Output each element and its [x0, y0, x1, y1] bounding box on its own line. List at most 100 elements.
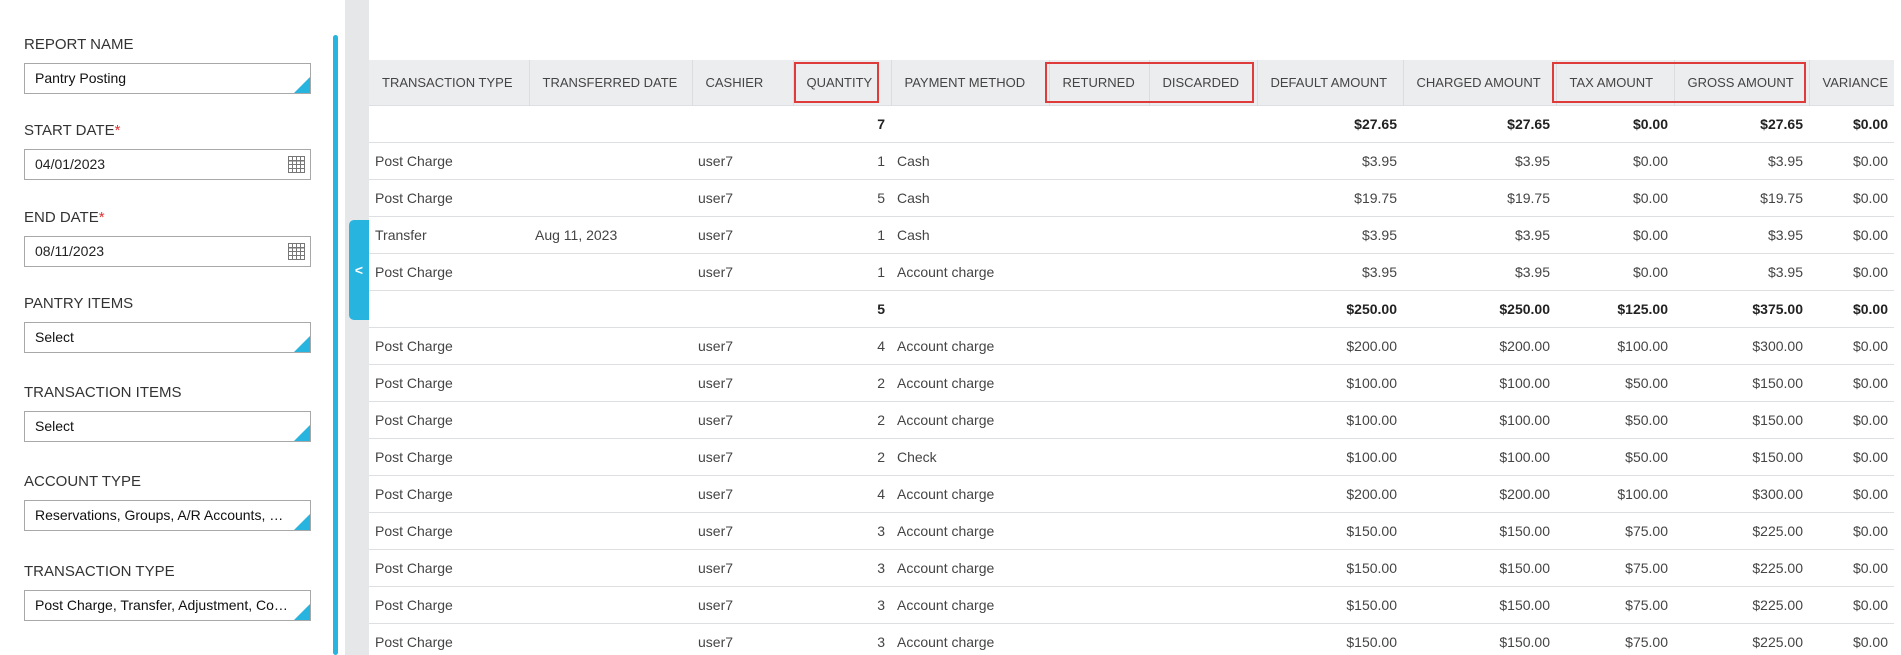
column-header-default-amount[interactable]: DEFAULT AMOUNT	[1256, 60, 1403, 105]
table-cell: $19.75	[1403, 178, 1556, 216]
table-cell: $0.00	[1809, 548, 1894, 586]
transaction-type-dropdown[interactable]: Post Charge, Transfer, Adjustment, Corre…	[24, 590, 311, 621]
table-cell: $300.00	[1674, 474, 1809, 512]
collapse-sidebar-button[interactable]: <	[349, 220, 369, 320]
table-cell: Account charge	[891, 400, 1049, 438]
table-cell: $0.00	[1556, 252, 1674, 290]
pantry-items-dropdown[interactable]: Select	[24, 322, 311, 353]
table-cell: Post Charge	[369, 622, 529, 655]
transaction-type-field: TRANSACTION TYPE Post Charge, Transfer, …	[24, 563, 311, 621]
dropdown-corner-icon	[294, 425, 310, 441]
table-cell	[1049, 585, 1149, 623]
table-cell: Account charge	[891, 622, 1049, 655]
report-name-dropdown[interactable]: Pantry Posting	[24, 63, 311, 94]
table-cell	[891, 104, 1049, 142]
table-cell: user7	[692, 326, 793, 364]
table-cell: $0.00	[1809, 141, 1894, 179]
table-cell	[1149, 400, 1257, 438]
account-type-dropdown[interactable]: Reservations, Groups, A/R Accounts, Hou.…	[24, 500, 311, 531]
column-header-tax-amount[interactable]: TAX AMOUNT	[1555, 60, 1674, 105]
table-cell	[369, 289, 529, 327]
table-cell: $100.00	[1556, 326, 1674, 364]
start-date-field: START DATE* 04/01/2023	[24, 122, 311, 180]
column-header-payment-method[interactable]: PAYMENT METHOD	[890, 60, 1049, 105]
table-cell	[529, 548, 692, 586]
table-cell: 2	[793, 363, 891, 401]
table-cell: 7	[793, 104, 891, 142]
start-date-value: 04/01/2023	[35, 156, 106, 172]
table-cell: $0.00	[1809, 474, 1894, 512]
table-cell	[1049, 326, 1149, 364]
table-cell: $0.00	[1809, 326, 1894, 364]
table-cell: $3.95	[1403, 141, 1556, 179]
column-header-gross-amount[interactable]: GROSS AMOUNT	[1673, 60, 1809, 105]
table-row: Post Charge user7 1 Account charge $3.95 $3.9…	[369, 252, 1894, 290]
table-cell: $0.00	[1809, 511, 1894, 549]
table-cell: 5	[793, 289, 891, 327]
table-cell: $200.00	[1257, 326, 1403, 364]
transaction-items-field: TRANSACTION ITEMS Select	[24, 384, 311, 442]
table-cell: user7	[692, 363, 793, 401]
table-cell	[529, 104, 692, 142]
table-cell: Post Charge	[369, 326, 529, 364]
table-cell: $150.00	[1403, 511, 1556, 549]
table-cell	[1049, 289, 1149, 327]
column-header-variance[interactable]: VARIANCE	[1808, 60, 1894, 105]
table-header-row: TRANSACTION TYPE TRANSFERRED DATE CASHIER Q…	[369, 60, 1894, 105]
table-cell: Post Charge	[369, 511, 529, 549]
table-cell	[1149, 252, 1257, 290]
table-cell	[529, 363, 692, 401]
table-cell: 3	[793, 548, 891, 586]
table-cell: $27.65	[1403, 104, 1556, 142]
end-date-input[interactable]: 08/11/2023	[24, 236, 311, 267]
table-cell	[529, 289, 692, 327]
column-header-cashier[interactable]: CASHIER	[691, 60, 793, 105]
subtotal-row: 7 $27.65 $27.65 $0.00 $27.65 $0.00	[369, 104, 1894, 142]
column-header-returned[interactable]: RETURNED	[1048, 60, 1149, 105]
table-cell	[529, 585, 692, 623]
required-marker: *	[114, 122, 121, 139]
column-header-discarded[interactable]: DISCARDED	[1148, 60, 1257, 105]
table-cell: $27.65	[1674, 104, 1809, 142]
table-cell	[1149, 141, 1257, 179]
table-cell: $50.00	[1556, 363, 1674, 401]
column-header-transaction-type[interactable]: TRANSACTION TYPE	[369, 60, 529, 105]
column-header-transferred-date[interactable]: TRANSFERRED DATE	[528, 60, 692, 105]
table-cell	[369, 104, 529, 142]
table-row: Post Charge user7 5 Cash $19.75 $19.75 $0.00 $1…	[369, 178, 1894, 216]
column-header-quantity[interactable]: QUANTITY	[792, 60, 891, 105]
transaction-type-value: Post Charge, Transfer, Adjustment, Corre…	[35, 597, 303, 613]
table-cell: $300.00	[1674, 326, 1809, 364]
table-cell: $200.00	[1257, 474, 1403, 512]
start-date-label: START DATE*	[24, 122, 121, 139]
table-cell: $3.95	[1403, 252, 1556, 290]
table-cell	[1049, 141, 1149, 179]
table-cell	[1149, 289, 1257, 327]
table-cell: $100.00	[1257, 400, 1403, 438]
table-cell: $0.00	[1809, 437, 1894, 475]
column-header-charged-amount[interactable]: CHARGED AMOUNT	[1402, 60, 1556, 105]
table-cell: user7	[692, 585, 793, 623]
table-cell: Post Charge	[369, 585, 529, 623]
table-cell: $250.00	[1257, 289, 1403, 327]
table-cell	[1049, 400, 1149, 438]
subtotal-row: 5 $250.00 $250.00 $125.00 $375.00 $0.00	[369, 289, 1894, 327]
table-cell: Cash	[891, 141, 1049, 179]
table-cell: Account charge	[891, 585, 1049, 623]
table-cell	[529, 511, 692, 549]
start-date-input[interactable]: 04/01/2023	[24, 149, 311, 180]
table-cell: $0.00	[1556, 215, 1674, 253]
table-cell	[1049, 252, 1149, 290]
sidebar-scrollbar[interactable]	[333, 35, 338, 655]
dropdown-corner-icon	[294, 514, 310, 530]
table-cell: $3.95	[1257, 252, 1403, 290]
transaction-items-dropdown[interactable]: Select	[24, 411, 311, 442]
calendar-icon[interactable]	[288, 156, 305, 173]
report-table: TRANSACTION TYPE TRANSFERRED DATE CASHIER Q…	[369, 60, 1894, 655]
table-row: Post Charge user7 2 Account charge $100.00 $1…	[369, 400, 1894, 438]
table-cell: $225.00	[1674, 548, 1809, 586]
table-cell: $0.00	[1556, 104, 1674, 142]
table-cell: $75.00	[1556, 548, 1674, 586]
calendar-icon[interactable]	[288, 243, 305, 260]
table-cell	[529, 326, 692, 364]
